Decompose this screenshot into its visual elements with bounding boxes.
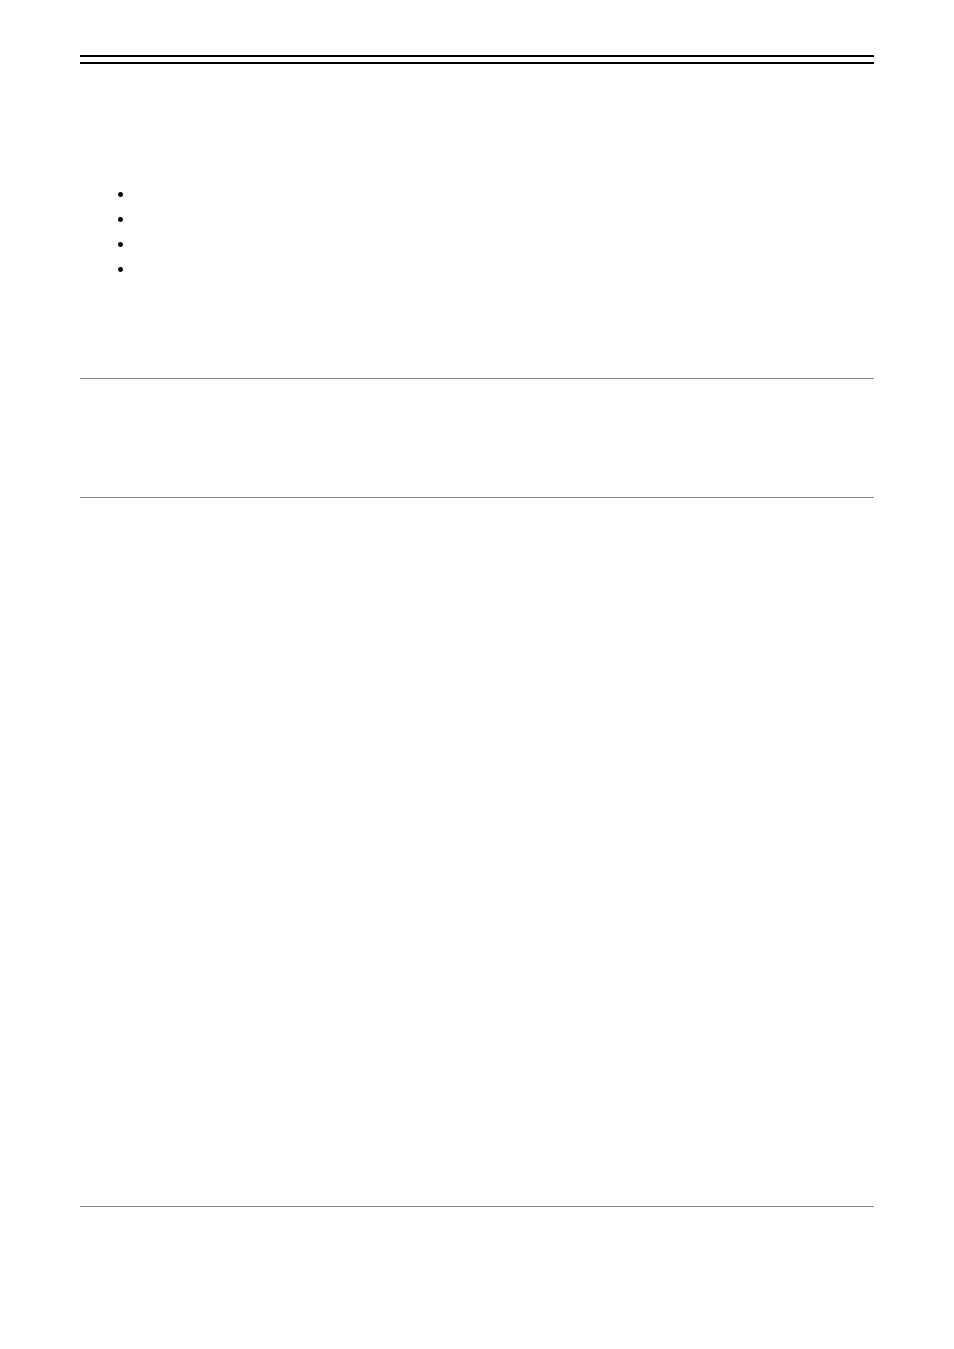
top-rule-1 [80, 55, 874, 57]
bullet-icon [118, 192, 123, 197]
section-rule-1 [80, 378, 874, 379]
top-rule-2 [80, 62, 874, 64]
footer-rule [80, 1206, 874, 1207]
section-rule-2 [80, 497, 874, 498]
bullet-icon [118, 242, 123, 247]
bullet-list [118, 192, 123, 292]
bullet-icon [118, 217, 123, 222]
bullet-icon [118, 267, 123, 272]
document-page [0, 0, 954, 1349]
